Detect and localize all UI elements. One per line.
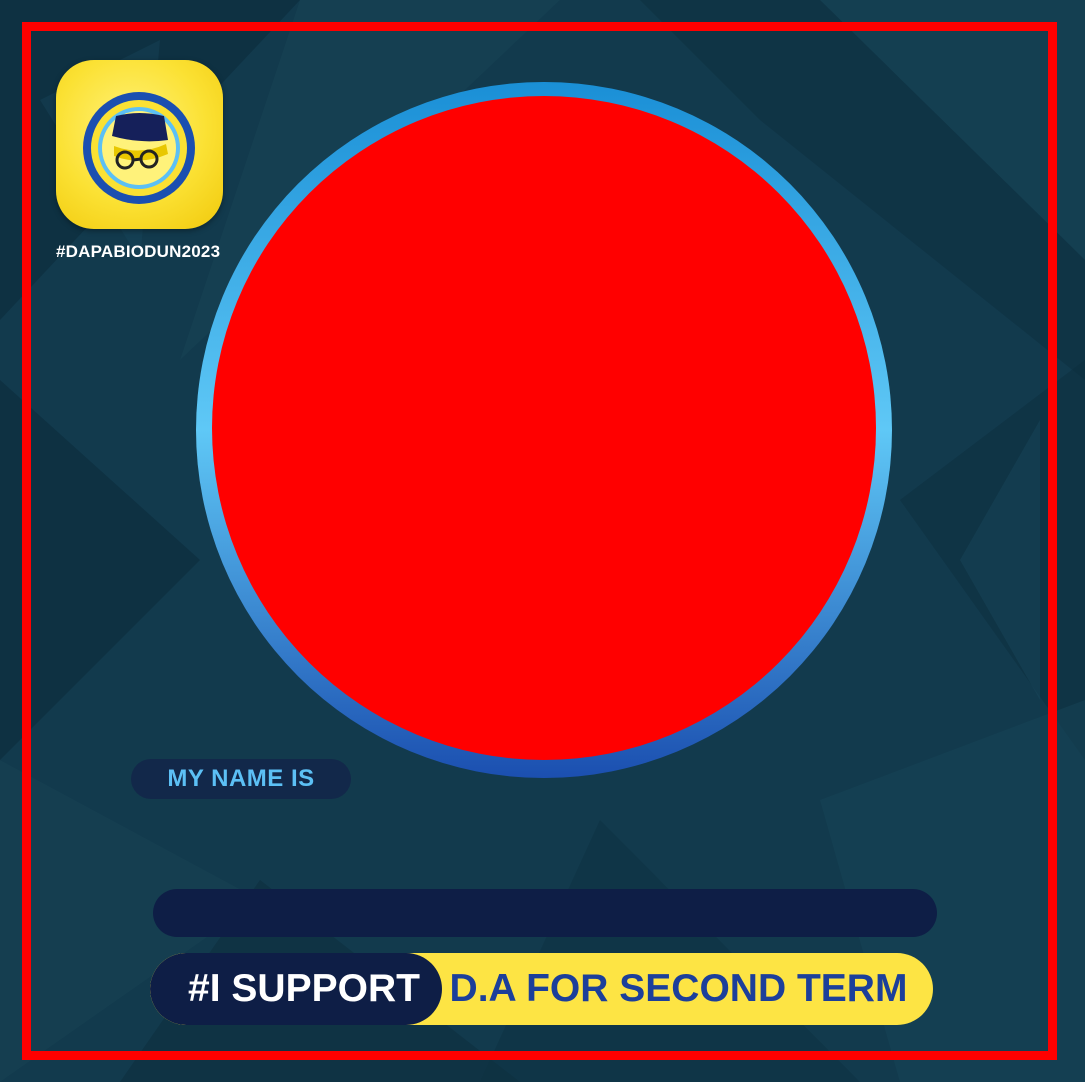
support-prefix: #I SUPPORT xyxy=(150,953,442,1025)
campaign-hashtag: #DAPABIODUN2023 xyxy=(56,242,221,261)
cap-icon xyxy=(112,113,168,142)
photo-placeholder[interactable] xyxy=(212,96,876,760)
support-banner: #I SUPPORT D.A FOR SECOND TERM xyxy=(150,953,933,1025)
my-name-label: MY NAME IS xyxy=(131,759,351,799)
name-input-bar[interactable] xyxy=(153,889,937,937)
support-message: D.A FOR SECOND TERM xyxy=(449,967,908,1010)
campaign-logo xyxy=(56,60,223,229)
